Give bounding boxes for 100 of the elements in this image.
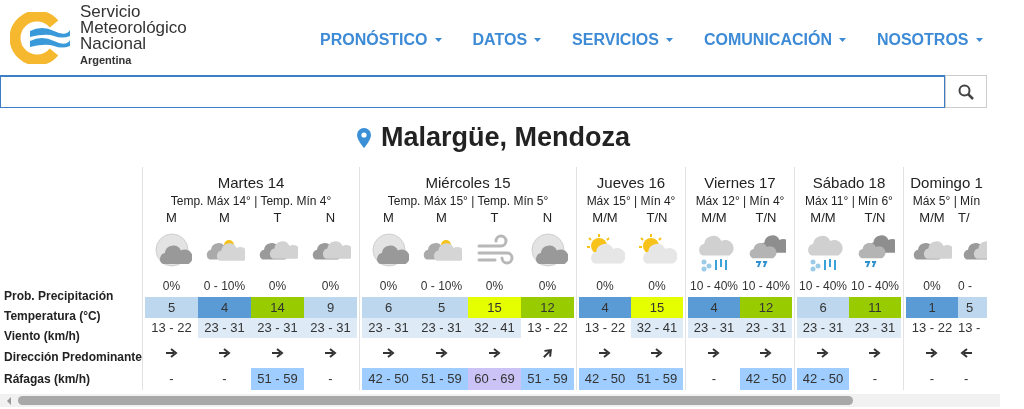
wind-cell: 32 - 41 <box>468 318 521 338</box>
caret-icon <box>534 37 542 42</box>
logo-text: Servicio <box>80 4 142 20</box>
temperature-cell: 1 <box>906 297 958 318</box>
wind-cell: 23 - 31 <box>362 318 415 338</box>
row-label: Viento (km/h) <box>4 328 81 345</box>
period-label: N <box>325 209 336 227</box>
wind-direction-arrow-icon <box>960 348 972 358</box>
location-pin-icon <box>356 127 371 148</box>
temperature-cell: 5 <box>415 297 468 318</box>
gust-cell: 42 - 50 <box>579 368 631 390</box>
nav-link[interactable]: COMUNICACIÓN <box>703 27 846 52</box>
nav-link[interactable]: PRONÓSTICO <box>320 27 442 52</box>
temperature-cell: 11 <box>849 297 901 318</box>
precip-value: 0 - 10% <box>203 278 246 295</box>
temperature-cell: 9 <box>304 297 357 318</box>
gust-cell-text: - <box>327 370 334 388</box>
gust-cell-text: - <box>221 370 228 388</box>
wind-direction-arrow-icon <box>488 348 501 358</box>
gust-cell: 42 - 50 <box>362 368 415 390</box>
day-summary: Temp. Máx 15° | Temp. Mín 5° <box>387 193 549 209</box>
logo-text: Nacional <box>80 36 147 52</box>
temperature-cell: 6 <box>362 297 415 318</box>
wind-cell: 23 - 31 <box>251 318 304 338</box>
wind-direction-arrow-icon <box>926 348 938 358</box>
row-label: Dirección Predominante <box>4 348 142 366</box>
wind-direction-arrow-icon <box>708 348 720 358</box>
search-field[interactable] <box>0 75 945 108</box>
gust-cell: 42 - 50 <box>797 368 849 390</box>
logo-subtitle: Argentina <box>80 54 133 67</box>
logo-text: Meteorológico <box>80 20 187 36</box>
temperature-cell: 5 <box>145 297 198 318</box>
period-label: N <box>542 209 553 227</box>
precip-value: 10 - 40% <box>799 278 847 295</box>
day-title: Sábado 18 <box>812 173 886 193</box>
nav-link[interactable]: DATOS <box>472 27 542 52</box>
temperature-cell: 5 <box>958 297 987 318</box>
search-icon <box>958 83 974 100</box>
caret-icon <box>665 37 673 42</box>
wind-direction-arrow-icon <box>382 348 395 358</box>
nav-link[interactable]: NOSOTROS <box>876 27 983 52</box>
wind-cell: 23 - 31 <box>849 318 901 338</box>
period-label: M/M <box>592 209 618 227</box>
nav-link[interactable]: SERVICIOS <box>572 27 673 52</box>
wind-cell: 23 - 31 <box>797 318 849 338</box>
period-label: M/M <box>810 209 836 227</box>
period-label: M <box>436 209 447 227</box>
gust-cell: 51 - 59 <box>251 368 304 390</box>
period-label: T/N <box>646 209 668 227</box>
precip-value: 0% <box>485 278 504 295</box>
wind-direction-arrow-icon <box>271 348 284 358</box>
wind-cell: 23 - 31 <box>304 318 357 338</box>
gust-cell-text: - <box>928 370 936 388</box>
location-title: Malargüe, Mendoza <box>380 121 630 155</box>
precip-value: 0% <box>321 278 340 295</box>
wind-cell: 32 - 41 <box>631 318 683 338</box>
day-summary: Máx 11° | Mín 6° <box>805 193 893 209</box>
period-label: T/ <box>958 209 970 227</box>
temperature-cell: 4 <box>198 297 251 318</box>
temperature-cell: 14 <box>251 297 304 318</box>
wind-direction-arrow-icon <box>165 348 178 358</box>
day-title: Miércoles 15 <box>425 173 511 193</box>
day-summary: Máx 12° | Mín 4° <box>695 193 785 209</box>
precip-value: 0% <box>162 278 181 295</box>
period-label: M <box>166 209 177 227</box>
gust-cell-text: - <box>710 370 718 388</box>
precip-value: 0% <box>648 278 666 295</box>
period-label: M/M <box>701 209 727 227</box>
temperature-cell: 4 <box>688 297 740 318</box>
temperature-cell: 15 <box>468 297 521 318</box>
period-label: M <box>383 209 394 227</box>
caret-icon <box>975 37 983 42</box>
precip-value: 0% <box>379 278 398 295</box>
temperature-cell: 12 <box>740 297 792 318</box>
day-title: Martes 14 <box>217 173 285 193</box>
precip-value: 10 - 40% <box>690 278 738 295</box>
search-button[interactable] <box>945 75 987 108</box>
precip-value: 10 - 40% <box>742 278 790 295</box>
gust-cell: 60 - 69 <box>468 368 521 390</box>
gust-cell: 42 - 50 <box>740 368 792 390</box>
precip-value: 0% <box>268 278 287 295</box>
gust-cell-text: - <box>871 370 879 388</box>
precip-value: 0% <box>538 278 557 295</box>
row-label: Prob. Precipitación <box>4 288 115 305</box>
wind-direction-arrow-icon <box>760 348 772 358</box>
wind-direction-arrow-icon <box>218 348 231 358</box>
temperature-cell: 6 <box>797 297 849 318</box>
row-label: Ráfagas (km/h) <box>4 370 92 388</box>
day-summary: Máx 5° | Mín <box>912 193 981 209</box>
day-summary: Temp. Máx 14° | Temp. Mín 4° <box>170 193 332 209</box>
scrollbar-thumb[interactable] <box>18 396 853 405</box>
wind-direction-arrow-icon <box>869 348 881 358</box>
temperature-cell: 15 <box>631 297 683 318</box>
wind-direction-arrow-icon <box>599 348 611 358</box>
period-label: M/M <box>919 209 945 227</box>
wind-direction-arrow-icon <box>817 348 829 358</box>
caret-icon <box>838 37 846 42</box>
gust-cell-text: - <box>168 370 175 388</box>
period-label: T/N <box>864 209 886 227</box>
caret-icon <box>434 37 442 42</box>
